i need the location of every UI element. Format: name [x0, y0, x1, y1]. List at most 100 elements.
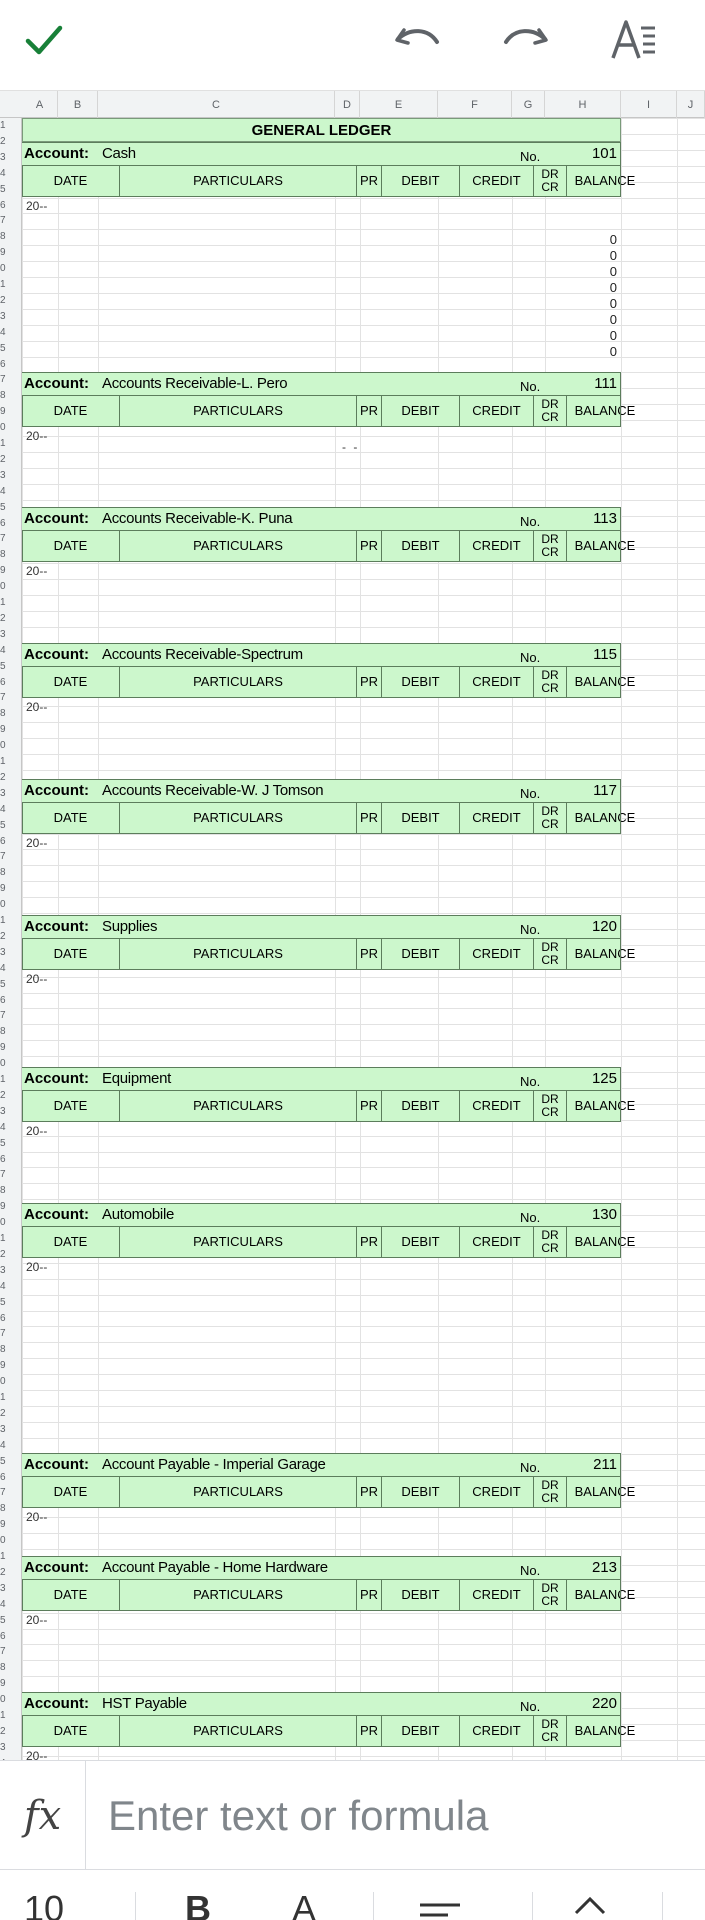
row-number[interactable]: 5 — [0, 184, 22, 195]
check-icon[interactable] — [12, 8, 76, 72]
row-number[interactable]: 0 — [0, 263, 22, 274]
account-row[interactable]: Account: Account Payable - Imperial Garag… — [22, 1453, 621, 1476]
row-number[interactable]: 0 — [0, 422, 22, 433]
account-row[interactable]: Account: Accounts Receivable-L. Pero No. 11… — [22, 372, 621, 395]
column-headings-row[interactable]: DATE PARTICULARS PR DEBIT CREDIT DR CR BALANCE — [22, 165, 635, 197]
row-number[interactable]: 3 — [0, 152, 22, 163]
row-number[interactable]: 6 — [0, 359, 22, 370]
row-number[interactable]: 9 — [0, 883, 22, 894]
row-number[interactable]: 2 — [0, 1090, 22, 1101]
row-number[interactable]: 3 — [0, 1742, 22, 1753]
column-headings-row[interactable]: DATE PARTICULARS PR DEBIT CREDIT DR CR BALANCE — [22, 530, 635, 562]
row-number[interactable]: 2 — [0, 1726, 22, 1737]
row-number[interactable]: 8 — [0, 867, 22, 878]
row-number[interactable]: 3 — [0, 470, 22, 481]
row-number[interactable]: 4 — [0, 804, 22, 815]
row-number[interactable]: 8 — [0, 1662, 22, 1673]
row-number[interactable]: 6 — [0, 200, 22, 211]
row-number[interactable]: 3 — [0, 1106, 22, 1117]
row-number[interactable]: 0 — [0, 1058, 22, 1069]
row-number[interactable]: 3 — [0, 1583, 22, 1594]
account-row[interactable]: Account: HST Payable No. 220 — [22, 1692, 621, 1715]
column-headings-row[interactable]: DATE PARTICULARS PR DEBIT CREDIT DR CR BALANCE — [22, 802, 635, 834]
row-number[interactable]: 9 — [0, 1519, 22, 1530]
row-number[interactable]: 0 — [0, 1535, 22, 1546]
redo-icon[interactable] — [494, 8, 558, 72]
row-number[interactable]: 5 — [0, 1615, 22, 1626]
row-number[interactable]: 9 — [0, 247, 22, 258]
row-number[interactable]: 6 — [0, 1631, 22, 1642]
sheet-grid[interactable]: ABCDEFGHIJ 1 2 3 4 5 6 7 8 9 0 1 2 3 4 5 6 7 8 9 0 1 2 3 4 5 6 7 8 9… — [0, 90, 705, 1760]
row-number[interactable]: 2 — [0, 772, 22, 783]
balance-cell[interactable]: 0 — [577, 312, 617, 327]
column-header[interactable]: H — [545, 91, 621, 119]
row-number[interactable]: 2 — [0, 295, 22, 306]
account-row[interactable]: Account: Account Payable - Home Hardware N… — [22, 1556, 621, 1579]
row-number[interactable]: 0 — [0, 1217, 22, 1228]
row-number[interactable]: 5 — [0, 979, 22, 990]
row-number[interactable]: 1 — [0, 1074, 22, 1085]
align-icon[interactable] — [418, 1888, 462, 1920]
column-headings-row[interactable]: DATE PARTICULARS PR DEBIT CREDIT DR CR BALANCE — [22, 1715, 635, 1747]
account-row[interactable]: Account: Equipment No. 125 — [22, 1067, 621, 1090]
row-number[interactable]: 5 — [0, 502, 22, 513]
account-row[interactable]: Account: Accounts Receivable-Spectrum No. 1… — [22, 643, 621, 666]
year-cell[interactable]: 20-- — [26, 1510, 47, 1524]
row-number[interactable]: 8 — [0, 1026, 22, 1037]
column-header[interactable]: E — [360, 91, 438, 119]
row-number[interactable]: 6 — [0, 1313, 22, 1324]
row-number[interactable]: 7 — [0, 692, 22, 703]
row-number[interactable]: 4 — [0, 486, 22, 497]
column-header[interactable]: F — [438, 91, 512, 119]
row-number[interactable]: 1 — [0, 438, 22, 449]
row-number[interactable]: 1 — [0, 120, 22, 131]
column-header[interactable]: J — [677, 91, 705, 119]
row-number[interactable]: 4 — [0, 645, 22, 656]
year-cell[interactable]: 20-- — [26, 1613, 47, 1627]
row-number[interactable]: 6 — [0, 995, 22, 1006]
row-number[interactable]: 7 — [0, 374, 22, 385]
row-number[interactable]: 1 — [0, 1233, 22, 1244]
year-cell[interactable]: 20-- — [26, 564, 47, 578]
row-number[interactable]: 4 — [0, 1440, 22, 1451]
fill-color-icon[interactable] — [570, 1888, 614, 1920]
column-header[interactable]: G — [512, 91, 545, 119]
row-number[interactable]: 9 — [0, 1201, 22, 1212]
row-number[interactable]: 9 — [0, 1042, 22, 1053]
row-number[interactable]: 1 — [0, 1551, 22, 1562]
row-number[interactable]: 8 — [0, 1185, 22, 1196]
row-number[interactable]: 8 — [0, 1344, 22, 1355]
column-headings-row[interactable]: DATE PARTICULARS PR DEBIT CREDIT DR CR BALANCE — [22, 938, 635, 970]
row-number[interactable]: 3 — [0, 629, 22, 640]
text-format-icon[interactable] — [602, 8, 666, 72]
row-number[interactable]: 1 — [0, 756, 22, 767]
row-number[interactable]: 7 — [0, 215, 22, 226]
row-number[interactable]: 6 — [0, 677, 22, 688]
formula-input[interactable] — [108, 1791, 688, 1841]
year-cell[interactable]: 20-- — [26, 700, 47, 714]
text-color-button[interactable]: A — [292, 1888, 316, 1920]
column-headings-row[interactable]: DATE PARTICULARS PR DEBIT CREDIT DR CR BALANCE — [22, 1226, 635, 1258]
row-number[interactable]: 3 — [0, 947, 22, 958]
row-number[interactable]: 2 — [0, 136, 22, 147]
row-number[interactable]: 6 — [0, 836, 22, 847]
account-row[interactable]: Account: Cash No. 101 — [22, 142, 621, 165]
row-number[interactable]: 3 — [0, 788, 22, 799]
column-header[interactable]: B — [58, 91, 98, 119]
row-number[interactable]: 3 — [0, 1424, 22, 1435]
row-number[interactable]: 7 — [0, 1328, 22, 1339]
column-headings-row[interactable]: DATE PARTICULARS PR DEBIT CREDIT DR CR BALANCE — [22, 666, 635, 698]
row-number[interactable]: 9 — [0, 1360, 22, 1371]
balance-cell[interactable]: 0 — [577, 264, 617, 279]
balance-cell[interactable]: 0 — [577, 248, 617, 263]
pr-mark[interactable]: - - — [342, 440, 359, 454]
column-headings-row[interactable]: DATE PARTICULARS PR DEBIT CREDIT DR CR BALANCE — [22, 1579, 635, 1611]
row-number[interactable]: 4 — [0, 327, 22, 338]
row-number[interactable]: 7 — [0, 1010, 22, 1021]
balance-cell[interactable]: 0 — [577, 280, 617, 295]
row-number[interactable]: 9 — [0, 724, 22, 735]
row-number[interactable]: 5 — [0, 1456, 22, 1467]
row-number[interactable]: 7 — [0, 851, 22, 862]
row-number[interactable]: 2 — [0, 454, 22, 465]
row-number[interactable]: 5 — [0, 820, 22, 831]
